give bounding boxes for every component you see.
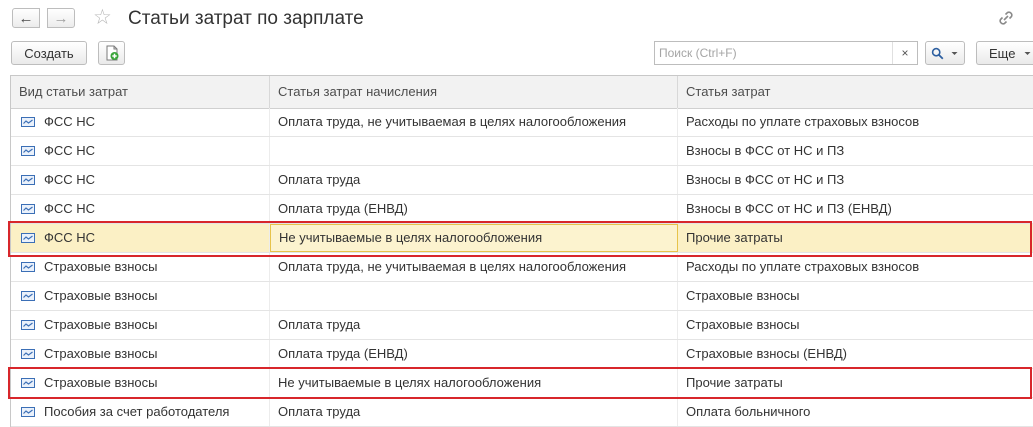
chevron-down-icon bbox=[1024, 51, 1031, 55]
catalog-item-icon bbox=[21, 146, 35, 156]
more-label: Еще bbox=[989, 45, 1016, 61]
search-options-button[interactable] bbox=[925, 41, 965, 65]
cell-kind-text: Страховые взносы bbox=[44, 375, 158, 390]
table-row[interactable]: Страховые взносы Оплата труда Страховые вз… bbox=[11, 311, 1033, 340]
table-row[interactable]: ФСС НС Взносы в ФСС от НС и ПЗ bbox=[11, 137, 1033, 166]
cell-accrual-cost-item[interactable]: Не учитываемые в целях налогообложения bbox=[270, 224, 678, 252]
cell-kind[interactable]: Страховые взносы bbox=[11, 253, 270, 281]
cell-kind[interactable]: ФСС НС bbox=[11, 108, 270, 136]
table-row[interactable]: Страховые взносы Оплата труда (ЕНВД) Страх… bbox=[11, 340, 1033, 369]
create-button[interactable]: Создать bbox=[11, 41, 87, 65]
arrow-right-icon: → bbox=[53, 9, 69, 27]
cell-accrual-cost-item[interactable]: Оплата труда (ЕНВД) bbox=[270, 340, 678, 368]
cell-cost-item[interactable]: Расходы по уплате страховых взносов bbox=[678, 108, 1033, 136]
table-row[interactable]: ФСС НС Оплата труда, не учитываемая в цел… bbox=[11, 108, 1033, 137]
catalog-item-icon bbox=[21, 349, 35, 359]
close-icon: × bbox=[901, 46, 909, 60]
clear-search-button[interactable]: × bbox=[892, 42, 917, 64]
catalog-item-icon bbox=[21, 233, 35, 243]
cell-kind[interactable]: Страховые взносы bbox=[11, 311, 270, 339]
cell-cost-item[interactable]: Взносы в ФСС от НС и ПЗ bbox=[678, 137, 1033, 165]
column-header-kind[interactable]: Вид статьи затрат bbox=[11, 76, 270, 108]
cell-accrual-cost-item[interactable]: Оплата труда, не учитываемая в целях нал… bbox=[270, 108, 678, 136]
add-copy-button[interactable] bbox=[98, 41, 125, 65]
search-box: × bbox=[654, 41, 918, 65]
cell-accrual-cost-item[interactable]: Оплата труда bbox=[270, 311, 678, 339]
catalog-item-icon bbox=[21, 291, 35, 301]
cell-kind-text: Страховые взносы bbox=[44, 346, 158, 361]
search-icon bbox=[931, 47, 944, 59]
cell-kind[interactable]: Страховые взносы bbox=[11, 340, 270, 368]
forward-button[interactable]: → bbox=[47, 8, 75, 28]
cell-kind[interactable]: ФСС НС bbox=[11, 195, 270, 223]
cell-cost-item[interactable]: Страховые взносы bbox=[678, 282, 1033, 310]
arrow-left-icon: ← bbox=[18, 9, 34, 27]
cell-kind-text: ФСС НС bbox=[44, 201, 96, 216]
table-row[interactable]: Пособия за счет работодателя Оплата труда… bbox=[11, 398, 1033, 427]
cell-kind[interactable]: Пособия за счет работодателя bbox=[11, 398, 270, 426]
cell-cost-item[interactable]: Страховые взносы bbox=[678, 311, 1033, 339]
cell-accrual-cost-item[interactable]: Оплата труда, не учитываемая в целях нал… bbox=[270, 253, 678, 281]
cell-accrual-cost-item[interactable] bbox=[270, 137, 678, 165]
cell-kind[interactable]: Страховые взносы bbox=[11, 282, 270, 310]
catalog-item-icon bbox=[21, 262, 35, 272]
cell-kind-text: Страховые взносы bbox=[44, 259, 158, 274]
cell-cost-item[interactable]: Оплата больничного bbox=[678, 398, 1033, 426]
page-title: Статьи затрат по зарплате bbox=[128, 8, 364, 29]
cell-kind[interactable]: Страховые взносы bbox=[11, 369, 270, 397]
more-menu-button[interactable]: Еще bbox=[976, 41, 1033, 65]
table-row[interactable]: Страховые взносы Оплата труда, не учитыва… bbox=[11, 253, 1033, 282]
catalog-item-icon bbox=[21, 117, 35, 127]
cell-kind-text: Страховые взносы bbox=[44, 317, 158, 332]
cell-accrual-cost-item[interactable] bbox=[270, 282, 678, 310]
cost-items-table: Вид статьи затрат Статья затрат начислен… bbox=[10, 75, 1033, 427]
search-input[interactable] bbox=[655, 43, 899, 63]
table-header: Вид статьи затрат Статья затрат начислен… bbox=[11, 76, 1033, 109]
cell-accrual-cost-item[interactable]: Не учитываемые в целях налогообложения bbox=[270, 369, 678, 397]
command-bar: Создать × Еще bbox=[0, 40, 1033, 68]
back-button[interactable]: ← bbox=[12, 8, 40, 28]
cell-kind-text: ФСС НС bbox=[44, 114, 96, 129]
column-header-accrual-cost-item[interactable]: Статья затрат начисления bbox=[270, 76, 678, 108]
document-add-icon bbox=[106, 45, 118, 61]
cell-accrual-cost-item[interactable]: Оплата труда bbox=[270, 398, 678, 426]
catalog-item-icon bbox=[21, 175, 35, 185]
cell-accrual-cost-item[interactable]: Оплата труда bbox=[270, 166, 678, 194]
cell-cost-item[interactable]: Взносы в ФСС от НС и ПЗ (ЕНВД) bbox=[678, 195, 1033, 223]
column-header-cost-item[interactable]: Статья затрат bbox=[678, 76, 1033, 108]
cell-cost-item[interactable]: Расходы по уплате страховых взносов bbox=[678, 253, 1033, 281]
cell-kind[interactable]: ФСС НС bbox=[11, 224, 270, 252]
favorite-star-icon[interactable]: ☆ bbox=[93, 6, 112, 30]
catalog-item-icon bbox=[21, 204, 35, 214]
link-icon[interactable] bbox=[996, 8, 1016, 28]
cell-accrual-cost-item[interactable]: Оплата труда (ЕНВД) bbox=[270, 195, 678, 223]
cell-kind[interactable]: ФСС НС bbox=[11, 166, 270, 194]
catalog-item-icon bbox=[21, 320, 35, 330]
table-row[interactable]: ФСС НС Оплата труда Взносы в ФСС от НС и П… bbox=[11, 166, 1033, 195]
cell-kind[interactable]: ФСС НС bbox=[11, 137, 270, 165]
table-row[interactable]: ФСС НС Оплата труда (ЕНВД) Взносы в ФСС от… bbox=[11, 195, 1033, 224]
chevron-down-icon bbox=[951, 51, 958, 55]
cell-cost-item[interactable]: Страховые взносы (ЕНВД) bbox=[678, 340, 1033, 368]
cell-kind-text: Пособия за счет работодателя bbox=[44, 404, 230, 419]
table-row[interactable]: Страховые взносы Страховые взносы bbox=[11, 282, 1033, 311]
cell-kind-text: ФСС НС bbox=[44, 172, 96, 187]
title-bar: ← → ☆ Статьи затрат по зарплате bbox=[0, 0, 1033, 38]
cell-cost-item[interactable]: Прочие затраты bbox=[678, 369, 1033, 397]
cell-kind-text: ФСС НС bbox=[44, 143, 96, 158]
cell-cost-item[interactable]: Прочие затраты bbox=[678, 224, 1033, 252]
catalog-item-icon bbox=[21, 378, 35, 388]
catalog-item-icon bbox=[21, 407, 35, 417]
cell-kind-text: ФСС НС bbox=[44, 230, 96, 245]
table-row[interactable]: Страховые взносы Не учитываемые в целях н… bbox=[11, 369, 1033, 398]
cell-kind-text: Страховые взносы bbox=[44, 288, 158, 303]
cell-cost-item[interactable]: Взносы в ФСС от НС и ПЗ bbox=[678, 166, 1033, 194]
table-row[interactable]: ФСС НС Не учитываемые в целях налогооблож… bbox=[11, 224, 1033, 253]
